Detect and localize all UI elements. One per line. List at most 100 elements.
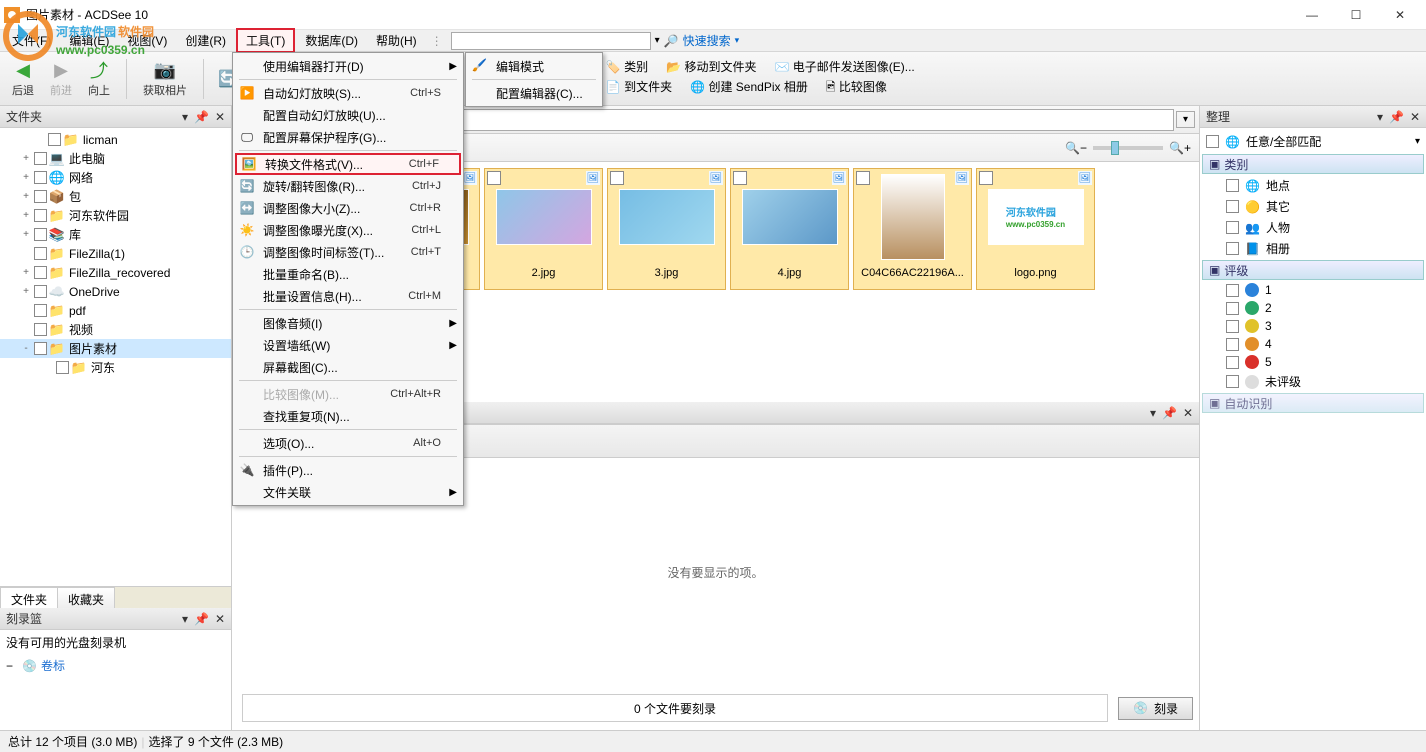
globe-icon: 🌐 — [1225, 135, 1240, 149]
menu-item[interactable]: ☀️调整图像曝光度(X)...Ctrl+L — [235, 219, 461, 241]
menu-item[interactable]: 🖵配置屏幕保护程序(G)... — [235, 126, 461, 148]
submenu-item[interactable]: 🖌️编辑模式 — [468, 55, 600, 77]
menu-database[interactable]: 数据库(D) — [297, 30, 366, 51]
tree-node[interactable]: -📁图片素材 — [0, 339, 231, 358]
thumbnail[interactable]: 🖼4.jpg — [730, 168, 849, 290]
menu-item[interactable]: 批量设置信息(H)...Ctrl+M — [235, 285, 461, 307]
group-ratings[interactable]: ▣ 评级 — [1202, 260, 1424, 280]
category-item[interactable]: 📘相册 — [1202, 238, 1424, 259]
menu-item[interactable]: 查找重复项(N)... — [235, 405, 461, 427]
thumbnail[interactable]: 🖼河东软件园www.pc0359.cnlogo.png — [976, 168, 1095, 290]
menu-file[interactable]: 文件(F) — [4, 30, 59, 51]
tag-icon: 🏷️ — [606, 60, 621, 74]
menu-item[interactable]: 配置自动幻灯放映(U)... — [235, 104, 461, 126]
category-item[interactable]: 🟡其它 — [1202, 196, 1424, 217]
menu-item[interactable]: 🔄旋转/翻转图像(R)...Ctrl+J — [235, 175, 461, 197]
mail-icon: ✉️ — [774, 60, 789, 74]
pin-icon[interactable]: 📌 — [194, 110, 209, 124]
minimize-button[interactable]: — — [1290, 1, 1334, 29]
menu-view[interactable]: 视图(V) — [119, 30, 175, 51]
toolbar-category[interactable]: 🏷️ 类别 — [606, 58, 648, 75]
submenu-item[interactable]: 配置编辑器(C)... — [468, 82, 600, 104]
group-categories[interactable]: ▣ 类别 — [1202, 154, 1424, 174]
tools-dropdown-menu: 使用编辑器打开(D)▶ ▶️自动幻灯放映(S)...Ctrl+S配置自动幻灯放映(… — [232, 52, 464, 506]
open-with-submenu: 🖌️编辑模式配置编辑器(C)... — [465, 52, 603, 107]
menu-edit[interactable]: 编辑(E) — [61, 30, 117, 51]
thumbnail[interactable]: 🖼3.jpg — [607, 168, 726, 290]
rating-item[interactable]: 2 — [1202, 299, 1424, 317]
menu-item[interactable]: ↔️调整图像大小(Z)...Ctrl+R — [235, 197, 461, 219]
tab-folders[interactable]: 文件夹 — [0, 587, 58, 608]
maximize-button[interactable]: ☐ — [1334, 1, 1378, 29]
menu-item[interactable]: 图像音频(I)▶ — [235, 312, 461, 334]
menu-item[interactable]: ▶️自动幻灯放映(S)...Ctrl+S — [235, 82, 461, 104]
toolbar-compare[interactable]: 🖻 比较图像 — [826, 78, 887, 99]
thumbnail[interactable]: 🖼2.jpg — [484, 168, 603, 290]
match-mode[interactable]: 任意/全部匹配 — [1246, 133, 1321, 150]
menubar-search-input[interactable] — [451, 32, 651, 50]
menu-item[interactable]: 比较图像(M)...Ctrl+Alt+R — [235, 383, 461, 405]
menu-create[interactable]: 创建(R) — [177, 30, 234, 51]
statusbar: 总计 12 个项目 (3.0 MB) | 选择了 9 个文件 (2.3 MB) — [0, 730, 1426, 752]
category-item[interactable]: 👥人物 — [1202, 217, 1424, 238]
tree-node[interactable]: +📁FileZilla_recovered — [0, 263, 231, 282]
rating-item[interactable]: 5 — [1202, 353, 1424, 371]
toolbar-email[interactable]: ✉️ 电子邮件发送图像(E)... — [774, 58, 914, 75]
menu-item[interactable]: 选项(O)...Alt+O — [235, 432, 461, 454]
panel-menu-icon[interactable]: ▾ — [182, 110, 188, 124]
menu-help[interactable]: 帮助(H) — [368, 30, 425, 51]
burn-panel-header: 刻录篮 ▾ 📌 ✕ — [0, 608, 231, 630]
burn-icon: 💿 — [1133, 701, 1148, 715]
rating-item[interactable]: 3 — [1202, 317, 1424, 335]
folder-icon: 📂 — [666, 60, 681, 74]
menu-item[interactable]: 🖼️转换文件格式(V)...Ctrl+F — [235, 153, 461, 175]
tree-node[interactable]: 📁FileZilla(1) — [0, 244, 231, 263]
close-button[interactable]: ✕ — [1378, 1, 1422, 29]
panel-close-icon[interactable]: ✕ — [215, 110, 225, 124]
menu-item[interactable]: 设置墙纸(W)▶ — [235, 334, 461, 356]
zoom-out-icon[interactable]: 🔍− — [1065, 141, 1087, 155]
zoom-in-icon[interactable]: 🔍+ — [1169, 141, 1191, 155]
get-photos-button[interactable]: 📷获取相片 — [137, 57, 193, 100]
titlebar: 图片素材 - ACDSee 10 — ☐ ✕ — [0, 0, 1426, 30]
tree-node[interactable]: +🌐网络 — [0, 168, 231, 187]
toolbar-tofolder[interactable]: 📄 到文件夹 — [606, 78, 672, 99]
rating-unrated[interactable]: 未评级 — [1202, 371, 1424, 392]
toolbar-moveto[interactable]: 📂 移动到文件夹 — [666, 58, 756, 75]
burn-label-item[interactable]: 卷标 — [41, 657, 65, 674]
up-button[interactable]: ⤴向上 — [82, 57, 116, 100]
category-item[interactable]: 🌐地点 — [1202, 175, 1424, 196]
right-column: 整理 ▾ 📌 ✕ 🌐 任意/全部匹配 ▾ ▣ 类别 🌐地点🟡其它👥人物📘相册 ▣… — [1199, 106, 1426, 730]
burn-button[interactable]: 💿刻录 — [1118, 697, 1193, 720]
tree-node[interactable]: 📁pdf — [0, 301, 231, 320]
tree-node[interactable]: +📁河东软件园 — [0, 206, 231, 225]
path-dropdown[interactable]: ▾ — [1176, 111, 1195, 128]
rating-item[interactable]: 4 — [1202, 335, 1424, 353]
tree-node[interactable]: +📦包 — [0, 187, 231, 206]
menu-item[interactable]: 屏幕截图(C)... — [235, 356, 461, 378]
tree-node[interactable]: 📁河东 — [0, 358, 231, 377]
tree-node[interactable]: +💻此电脑 — [0, 149, 231, 168]
zoom-slider[interactable] — [1093, 146, 1163, 150]
group-autoident[interactable]: ▣ 自动识别 — [1202, 393, 1424, 413]
menu-item[interactable]: 批量重命名(B)... — [235, 263, 461, 285]
tree-node[interactable]: +📚库 — [0, 225, 231, 244]
menu-tools[interactable]: 工具(T) — [236, 28, 295, 53]
menu-item[interactable]: 🕒调整图像时间标签(T)...Ctrl+T — [235, 241, 461, 263]
menu-item[interactable]: 文件关联▶ — [235, 481, 461, 503]
menu-item[interactable]: 🔌插件(P)... — [235, 459, 461, 481]
back-button[interactable]: ◀后退 — [6, 57, 40, 100]
rating-item[interactable]: 1 — [1202, 281, 1424, 299]
folder-tree[interactable]: 📁licman+💻此电脑+🌐网络+📦包+📁河东软件园+📚库📁FileZilla(… — [0, 128, 231, 586]
copy-icon: 📄 — [606, 80, 621, 94]
tab-favorites[interactable]: 收藏夹 — [57, 587, 115, 608]
menu-item[interactable]: 使用编辑器打开(D)▶ — [235, 55, 461, 77]
tree-node[interactable]: 📁视频 — [0, 320, 231, 339]
main-toolbar: ◀后退 ▶前进 ⤴向上 📷获取相片 🔄 📷 🏷️ 类别 📂 移动到文件夹 ✉️ … — [0, 52, 1426, 106]
tree-node[interactable]: +☁️OneDrive — [0, 282, 231, 301]
tree-node[interactable]: 📁licman — [0, 130, 231, 149]
toolbar-sendpix[interactable]: 🌐 创建 SendPix 相册 — [690, 78, 808, 99]
forward-button[interactable]: ▶前进 — [44, 57, 78, 100]
thumbnail[interactable]: 🖼C04C66AC22196A... — [853, 168, 972, 290]
quick-search-link[interactable]: 🔎 快速搜索 ▾ — [664, 32, 740, 49]
